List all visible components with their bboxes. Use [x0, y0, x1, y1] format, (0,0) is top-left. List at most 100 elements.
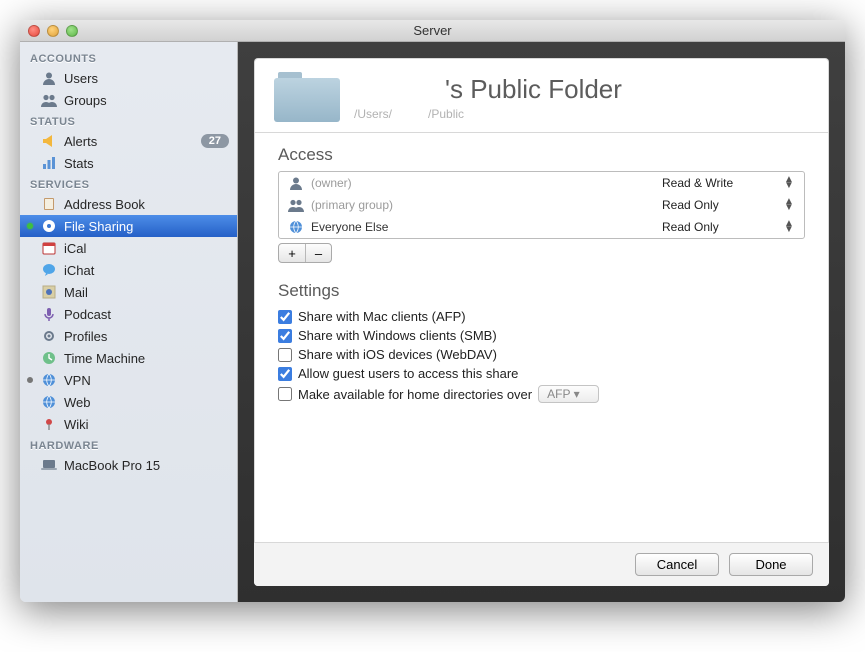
permission-stepper[interactable]: ▲▼ — [782, 221, 796, 233]
setting-smb[interactable]: Share with Windows clients (SMB) — [278, 326, 805, 345]
main-area: xxxxxxx's Public Folder /Users/xxxxxx/Pu… — [238, 42, 845, 602]
cancel-button[interactable]: Cancel — [635, 553, 719, 576]
setting-checkbox-guest[interactable] — [278, 367, 292, 381]
setting-guest[interactable]: Allow guest users to access this share — [278, 364, 805, 383]
access-row[interactable]: (owner)Read & Write▲▼ — [279, 172, 804, 194]
sidebar-item-mbp15[interactable]: MacBook Pro 15 — [20, 454, 237, 476]
status-dot — [27, 223, 33, 229]
people-icon — [287, 198, 305, 212]
sidebar-item-podcast[interactable]: Podcast — [20, 303, 237, 325]
gears-icon — [40, 328, 58, 344]
sidebar-item-label: Users — [64, 71, 229, 86]
sidebar-item-label: Address Book — [64, 197, 229, 212]
access-permission[interactable]: Read Only — [662, 198, 782, 212]
globep-icon — [40, 372, 58, 388]
sidebar-item-label: Alerts — [64, 134, 201, 149]
share-path: /Users/xxxxxx/Public — [354, 107, 622, 121]
folder-icon — [274, 72, 340, 122]
sidebar-item-label: Profiles — [64, 329, 229, 344]
bars-icon — [40, 155, 58, 171]
setting-label: Share with Mac clients (AFP) — [298, 309, 466, 324]
setting-checkbox-smb[interactable] — [278, 329, 292, 343]
sidebar-item-vpn[interactable]: VPN — [20, 369, 237, 391]
setting-afp[interactable]: Share with Mac clients (AFP) — [278, 307, 805, 326]
status-dot — [27, 377, 33, 383]
disc-icon — [40, 218, 58, 234]
setting-checkbox-webdav[interactable] — [278, 348, 292, 362]
access-heading: Access — [278, 145, 805, 165]
server-window: Server ACCOUNTSUsersGroupsSTATUSAlerts27… — [20, 20, 845, 602]
access-name: Everyone Else — [305, 220, 662, 234]
sidebar-section-accounts: ACCOUNTS — [20, 48, 237, 67]
sidebar-item-stats[interactable]: Stats — [20, 152, 237, 174]
sidebar-item-label: Stats — [64, 156, 229, 171]
access-name: (primary group) — [305, 198, 662, 212]
sidebar-item-filesharing[interactable]: File Sharing — [20, 215, 237, 237]
permission-stepper[interactable]: ▲▼ — [782, 199, 796, 211]
bubble-icon — [40, 262, 58, 278]
megaphone-icon — [40, 133, 58, 149]
globe-icon — [287, 220, 305, 234]
sidebar-item-users[interactable]: Users — [20, 67, 237, 89]
window-title: Server — [20, 23, 845, 38]
remove-button[interactable]: – — [305, 244, 331, 262]
globe-icon — [40, 394, 58, 410]
sidebar-item-label: iChat — [64, 263, 229, 278]
sidebar-section-status: STATUS — [20, 111, 237, 130]
setting-homes[interactable]: Make available for home directories over… — [278, 383, 805, 405]
sidebar-item-timemachine[interactable]: Time Machine — [20, 347, 237, 369]
sidebar-item-label: Time Machine — [64, 351, 229, 366]
done-button[interactable]: Done — [729, 553, 813, 576]
sidebar-item-profiles[interactable]: Profiles — [20, 325, 237, 347]
access-permission[interactable]: Read & Write — [662, 176, 782, 190]
sidebar-item-addressbook[interactable]: Address Book — [20, 193, 237, 215]
panel-header: xxxxxxx's Public Folder /Users/xxxxxx/Pu… — [254, 58, 829, 133]
setting-webdav[interactable]: Share with iOS devices (WebDAV) — [278, 345, 805, 364]
access-row[interactable]: (primary group)Read Only▲▼ — [279, 194, 804, 216]
sidebar-section-services: SERVICES — [20, 174, 237, 193]
mic-icon — [40, 306, 58, 322]
home-protocol-select[interactable]: AFP ▾ — [538, 385, 598, 403]
add-button[interactable]: + — [279, 244, 305, 262]
sidebar-item-web[interactable]: Web — [20, 391, 237, 413]
add-remove-group: + – — [278, 243, 332, 263]
setting-label: Share with iOS devices (WebDAV) — [298, 347, 497, 362]
sidebar-item-label: Web — [64, 395, 229, 410]
share-title: xxxxxxx's Public Folder — [354, 74, 622, 105]
alerts-badge: 27 — [201, 134, 229, 148]
cal-icon — [40, 240, 58, 256]
sidebar: ACCOUNTSUsersGroupsSTATUSAlerts27StatsSE… — [20, 42, 238, 602]
sidebar-item-ichat[interactable]: iChat — [20, 259, 237, 281]
sidebar-item-mail[interactable]: Mail — [20, 281, 237, 303]
sidebar-item-ical[interactable]: iCal — [20, 237, 237, 259]
sidebar-section-hardware: HARDWARE — [20, 435, 237, 454]
setting-checkbox-afp[interactable] — [278, 310, 292, 324]
sidebar-item-groups[interactable]: Groups — [20, 89, 237, 111]
sidebar-item-label: iCal — [64, 241, 229, 256]
access-list: (owner)Read & Write▲▼(primary group)Read… — [278, 171, 805, 239]
clock-icon — [40, 350, 58, 366]
sidebar-item-alerts[interactable]: Alerts27 — [20, 130, 237, 152]
sidebar-item-wiki[interactable]: Wiki — [20, 413, 237, 435]
setting-label: Make available for home directories over — [298, 387, 532, 402]
person-icon — [40, 70, 58, 86]
sidebar-item-label: Groups — [64, 93, 229, 108]
access-permission[interactable]: Read Only — [662, 220, 782, 234]
titlebar: Server — [20, 20, 845, 42]
sidebar-item-label: VPN — [64, 373, 229, 388]
book-icon — [40, 196, 58, 212]
setting-label: Share with Windows clients (SMB) — [298, 328, 497, 343]
panel-footer: Cancel Done — [254, 542, 829, 586]
sidebar-item-label: Wiki — [64, 417, 229, 432]
access-name: (owner) — [305, 176, 662, 190]
pin-icon — [40, 416, 58, 432]
laptop-icon — [40, 457, 58, 473]
setting-checkbox-homes[interactable] — [278, 387, 292, 401]
access-row[interactable]: Everyone ElseRead Only▲▼ — [279, 216, 804, 238]
sidebar-item-label: Podcast — [64, 307, 229, 322]
share-settings-panel: xxxxxxx's Public Folder /Users/xxxxxx/Pu… — [254, 58, 829, 586]
setting-label: Allow guest users to access this share — [298, 366, 518, 381]
permission-stepper[interactable]: ▲▼ — [782, 177, 796, 189]
settings-heading: Settings — [278, 281, 805, 301]
people-icon — [40, 92, 58, 108]
